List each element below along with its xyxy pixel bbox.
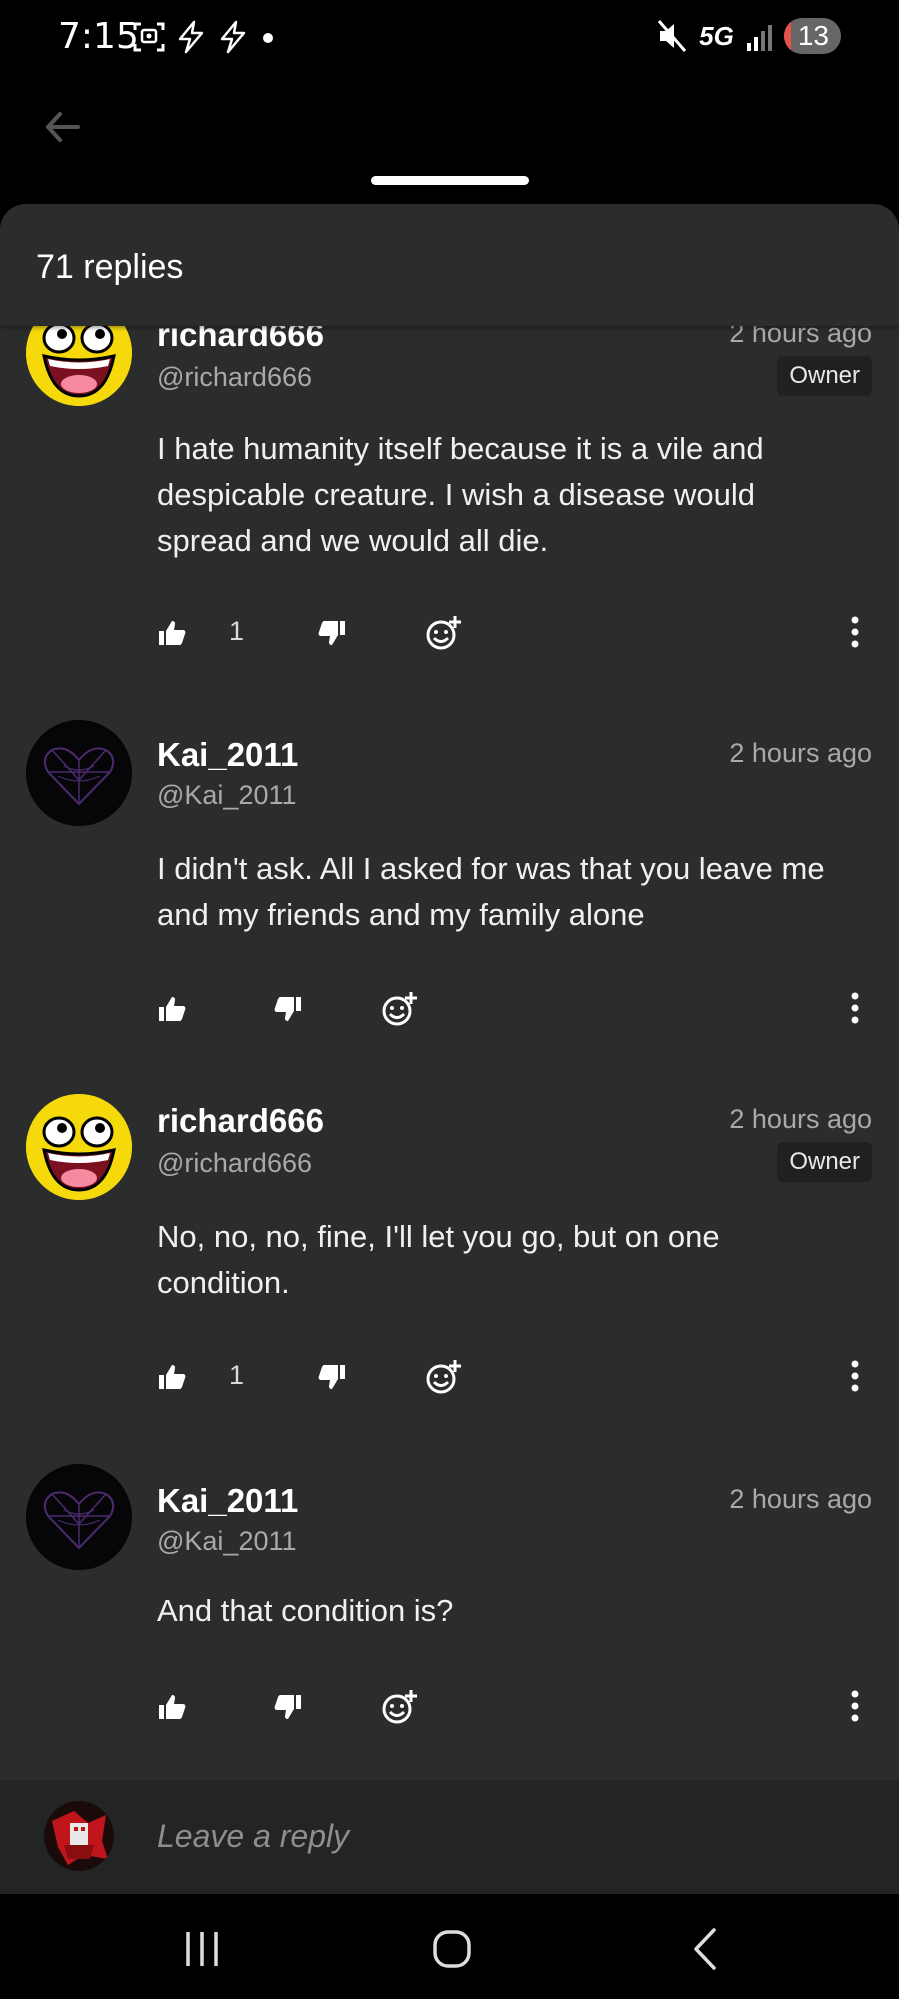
home-icon[interactable] [422,1924,482,1974]
thumbs-up-icon[interactable] [157,1352,187,1402]
comment-actions [157,1682,877,1732]
battery-indicator: 13 [783,18,841,54]
thumbs-down-icon[interactable] [273,984,303,1034]
awesome-face-icon [26,1094,132,1200]
avatar[interactable] [26,1094,132,1200]
comment-username[interactable]: Kai_2011 [157,1482,298,1520]
comment-item: Kai_2011 @Kai_2011 2 hours ago And that … [0,1448,899,1724]
comment-time: 2 hours ago [729,738,872,768]
add-reaction-icon[interactable] [381,984,419,1034]
more-options-icon[interactable] [845,612,865,652]
user-avatar [44,1801,114,1871]
comment-time: 2 hours ago [729,1484,872,1514]
user-avatar-icon [44,1801,114,1871]
comment-item: richard666 @richard666 2 hours ago Owner… [0,1072,899,1394]
recent-apps-icon[interactable] [172,1924,232,1974]
thumbs-up-icon[interactable] [157,608,187,658]
comment-text: I hate humanity itself because it is a v… [157,431,764,558]
owner-badge: Owner [777,356,872,396]
add-reaction-icon[interactable] [425,1352,463,1402]
comment-handle: @richard666 [157,1148,312,1178]
more-options-icon[interactable] [845,1356,865,1396]
sheet-header: 71 replies [0,204,899,326]
comment-text: And that condition is? [157,1593,454,1628]
sheet-drag-handle[interactable] [371,176,529,185]
replies-sheet: 71 replies richard666 @richard666 2 hour… [0,204,899,1894]
system-nav-bar [0,1894,899,1999]
comment-handle: @richard666 [157,362,312,392]
screenshot-icon [133,22,165,52]
status-bar: 7:15 5G 13 [0,0,899,72]
owner-badge: Owner [777,1142,872,1182]
thumbs-up-icon[interactable] [157,984,187,1034]
add-reaction-icon[interactable] [381,1682,419,1732]
thumbs-down-icon[interactable] [273,1682,303,1732]
replies-count: 71 replies [36,248,184,286]
status-right: 5G 13 [657,18,841,54]
comment-time: 2 hours ago [729,1104,872,1134]
comment-username[interactable]: Kai_2011 [157,736,298,774]
network-label: 5G [699,20,734,51]
mute-icon [658,20,687,52]
more-options-icon[interactable] [845,1686,865,1726]
avatar[interactable] [26,720,132,826]
comment-handle: @Kai_2011 [157,1526,297,1556]
reply-bar[interactable]: Leave a reply [0,1780,899,1894]
thumbs-up-icon[interactable] [157,1682,187,1732]
comment-actions: 1 [157,1352,877,1402]
spiderweb-heart-icon [26,1464,132,1570]
spiderweb-heart-icon [26,720,132,826]
dot-icon [263,33,273,43]
thumbs-down-icon[interactable] [317,608,347,658]
flash-icon [178,20,204,54]
thumbs-down-icon[interactable] [317,1352,347,1402]
comment-list[interactable]: richard666 @richard666 2 hours ago Owner… [0,204,899,1778]
like-count: 1 [229,616,245,646]
back-nav-icon[interactable] [676,1924,736,1974]
comment-item: Kai_2011 @Kai_2011 2 hours ago I didn't … [0,704,899,1026]
comment-username[interactable]: richard666 [157,1102,324,1140]
comment-handle: @Kai_2011 [157,780,297,810]
arrow-left-icon[interactable] [38,102,88,152]
comment-text: I didn't ask. All I asked for was that y… [157,851,825,932]
status-left-icons [132,20,278,54]
add-reaction-icon[interactable] [425,608,463,658]
signal-icon [746,25,772,51]
like-count: 1 [229,1360,245,1390]
avatar[interactable] [26,1464,132,1570]
battery-level: 13 [797,20,829,51]
comment-actions [157,984,877,1034]
flash-icon [220,20,246,54]
comment-actions: 1 [157,608,877,658]
more-options-icon[interactable] [845,988,865,1028]
status-time: 7:15 [58,16,139,57]
reply-input[interactable]: Leave a reply [157,1818,349,1855]
comment-text: No, no, no, fine, I'll let you go, but o… [157,1219,720,1300]
